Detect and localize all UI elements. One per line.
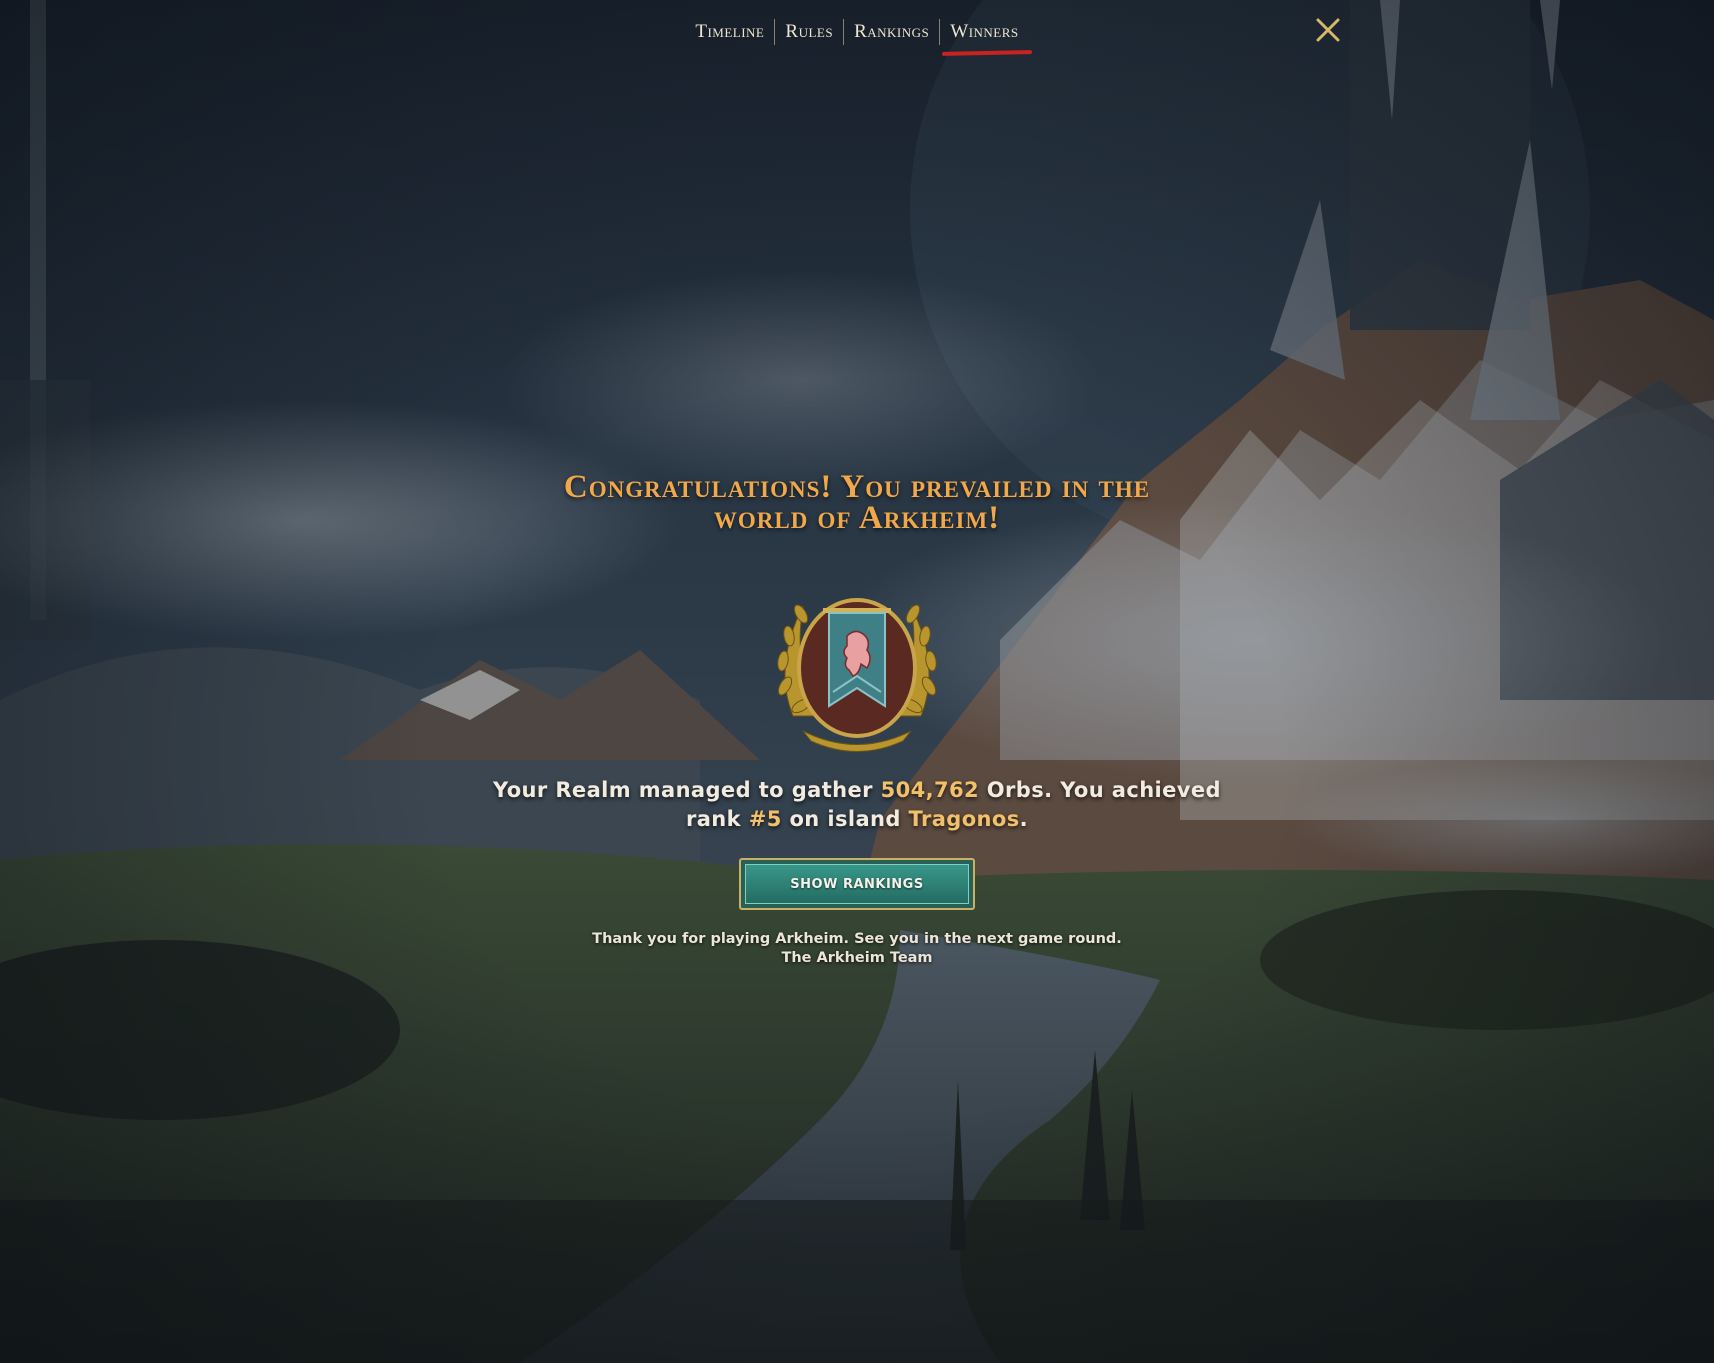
tab-rules[interactable]: Rules <box>775 19 843 45</box>
top-tab-bar: Timeline Rules Rankings Winners <box>0 18 1714 46</box>
thank-you-message: Thank you for playing Arkheim. See you i… <box>457 930 1257 968</box>
victory-headline: Congratulations! You prevailed in the wo… <box>457 469 1257 536</box>
summary-text: Your Realm managed to gather <box>493 778 881 802</box>
headline-line-2: world of Arkheim! <box>713 500 1001 536</box>
summary-line-2: rank #5 on island Tragonos. <box>457 805 1257 834</box>
summary-line-1: Your Realm managed to gather 504,762 Orb… <box>457 776 1257 805</box>
show-rankings-label: SHOW RANKINGS <box>745 864 969 904</box>
summary-text: on island <box>781 807 909 831</box>
summary-text: Orbs. You achieved <box>979 778 1221 802</box>
summary-text: rank <box>685 807 749 831</box>
tab-timeline[interactable]: Timeline <box>685 19 774 45</box>
tab-rankings[interactable]: Rankings <box>844 19 939 45</box>
rank-value: #5 <box>748 807 782 831</box>
orbs-count: 504,762 <box>880 778 980 802</box>
close-button[interactable] <box>1314 16 1342 44</box>
headline-line-1: Congratulations! You prevailed in the <box>563 469 1151 505</box>
show-rankings-button[interactable]: SHOW RANKINGS <box>739 858 975 910</box>
thanks-signature: The Arkheim Team <box>781 950 933 966</box>
tab-winners[interactable]: Winners <box>940 19 1028 45</box>
result-summary: Your Realm managed to gather 504,762 Orb… <box>457 776 1257 834</box>
laurel-banner-emblem-icon <box>763 566 951 758</box>
island-name: Tragonos <box>908 807 1020 831</box>
summary-text: . <box>1019 807 1029 831</box>
close-icon <box>1316 18 1340 42</box>
thanks-line-1: Thank you for playing Arkheim. See you i… <box>592 931 1122 947</box>
